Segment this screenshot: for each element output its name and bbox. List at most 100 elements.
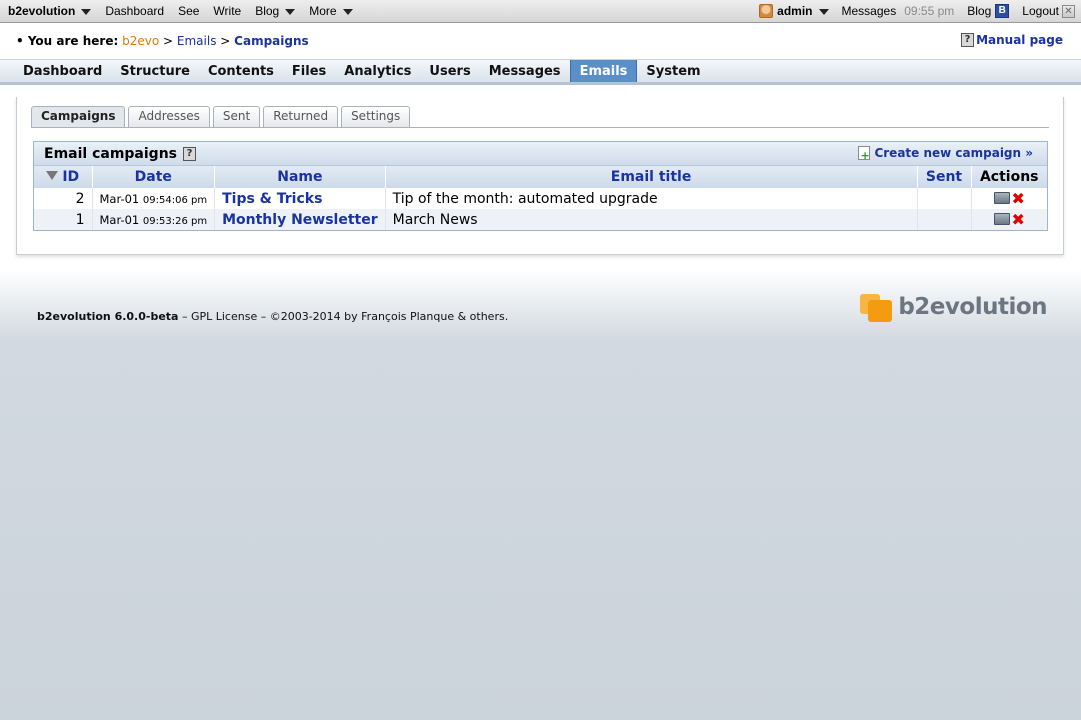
main-menu: Dashboard Structure Contents Files Analy… <box>0 59 1081 85</box>
help-icon: ? <box>961 33 975 47</box>
evobar-brand-menu[interactable]: b2evolution <box>8 4 92 18</box>
footer: b2evolution 6.0.0-beta – GPL License – ©… <box>37 310 508 323</box>
chevron-down-icon <box>818 9 829 15</box>
breadcrumb-current: Campaigns <box>234 34 309 48</box>
row-email-title: Tip of the month: automated upgrade <box>385 188 918 209</box>
help-icon[interactable]: ? <box>183 147 196 161</box>
table-header-row: ID Date Name Email title Sent Actions <box>34 166 1047 188</box>
col-id-header[interactable]: ID <box>34 166 93 188</box>
col-actions-header: Actions <box>971 166 1047 188</box>
breadcrumb-separator: > <box>220 34 231 48</box>
logo-text: b2evolution <box>898 294 1047 320</box>
breadcrumb-bar: • You are here: b2evo > Emails > Campaig… <box>0 23 1081 59</box>
manual-page-label: Manual page <box>976 33 1063 47</box>
row-id: 1 <box>34 209 93 230</box>
evobar-left: b2evolution Dashboard See Write Blog Mor… <box>8 0 367 22</box>
evobar-more-label: More <box>309 4 337 18</box>
evobar-dashboard-link[interactable]: Dashboard <box>105 4 164 18</box>
evobar-blog-menu[interactable]: Blog <box>255 4 296 18</box>
create-campaign-link[interactable]: Create new campaign » <box>858 146 1033 162</box>
campaigns-grid: ID Date Name Email title Sent Actions 2 … <box>34 166 1047 230</box>
row-date-day: Mar-01 <box>99 191 140 206</box>
evobar-user-menu[interactable]: admin <box>759 4 829 18</box>
footer-version: b2evolution 6.0.0-beta <box>37 310 179 323</box>
logout-icon: ✕ <box>1062 4 1075 18</box>
row-date-time: 09:54:06 pm <box>142 194 208 206</box>
col-name-header[interactable]: Name <box>214 166 386 188</box>
evobar-see-link[interactable]: See <box>178 4 199 18</box>
evobar-blog-link[interactable]: Blog B <box>967 4 1010 18</box>
chevron-down-icon <box>81 9 92 15</box>
col-email-title-header[interactable]: Email title <box>385 166 918 188</box>
blog-icon: B <box>995 4 1010 18</box>
col-date-header[interactable]: Date <box>92 166 216 188</box>
table-title: Email campaigns ? <box>44 146 198 162</box>
menu-users[interactable]: Users <box>420 60 479 82</box>
breadcrumb-emails-link[interactable]: Emails <box>177 34 217 48</box>
row-sent <box>917 188 972 209</box>
chevron-down-icon <box>342 9 353 15</box>
evobar-blog-link-label: Blog <box>967 4 992 18</box>
breadcrumb-home-link[interactable]: b2evo <box>122 34 159 48</box>
menu-emails[interactable]: Emails <box>569 60 638 82</box>
row-email-title: March News <box>385 209 918 230</box>
new-document-icon <box>858 146 871 162</box>
breadcrumb-separator: > <box>163 34 174 48</box>
logo-square-front <box>868 300 893 322</box>
evobar-write-link[interactable]: Write <box>213 4 241 18</box>
menu-system[interactable]: System <box>637 60 709 82</box>
table-row: 2 Mar-01 09:54:06 pm Tips & Tricks Tip o… <box>34 188 1047 209</box>
edit-icon[interactable] <box>993 191 1010 204</box>
row-name-link[interactable]: Monthly Newsletter <box>214 209 386 230</box>
table-title-text: Email campaigns <box>44 146 177 162</box>
menu-dashboard[interactable]: Dashboard <box>14 60 111 82</box>
user-avatar-icon <box>759 4 774 18</box>
row-date-time: 09:53:26 pm <box>142 215 208 227</box>
tab-divider <box>31 127 1049 128</box>
menu-contents[interactable]: Contents <box>199 60 283 82</box>
menu-analytics[interactable]: Analytics <box>335 60 420 82</box>
footer-license: – GPL License – ©2003-2014 by François P… <box>178 310 509 323</box>
evobar-user-label: admin <box>777 4 813 18</box>
tab-campaigns[interactable]: Campaigns <box>31 106 126 128</box>
menu-messages[interactable]: Messages <box>480 60 570 82</box>
tab-sent[interactable]: Sent <box>212 106 261 127</box>
table-titlebar: Email campaigns ? Create new campaign » <box>34 142 1047 166</box>
breadcrumb: • You are here: b2evo > Emails > Campaig… <box>16 34 309 48</box>
evobar-messages-link[interactable]: Messages <box>842 4 897 18</box>
row-date: Mar-01 09:54:06 pm <box>92 188 216 209</box>
row-date: Mar-01 09:53:26 pm <box>92 209 216 230</box>
row-actions: ✖ <box>971 188 1047 209</box>
row-date-day: Mar-01 <box>99 212 140 227</box>
sub-tabs: Campaigns Addresses Sent Returned Settin… <box>31 106 413 128</box>
col-sent-header[interactable]: Sent <box>917 166 972 188</box>
sort-desc-icon <box>46 171 59 180</box>
b2evolution-logo[interactable]: b2evolution <box>860 292 1047 322</box>
row-name-link[interactable]: Tips & Tricks <box>214 188 386 209</box>
menu-structure[interactable]: Structure <box>111 60 199 82</box>
manual-page-link[interactable]: ? Manual page <box>961 33 1063 47</box>
tab-returned[interactable]: Returned <box>263 106 339 127</box>
evobar: b2evolution Dashboard See Write Blog Mor… <box>0 0 1081 23</box>
campaigns-table: Email campaigns ? Create new campaign » … <box>33 141 1048 231</box>
delete-icon[interactable]: ✖ <box>1012 211 1025 227</box>
breadcrumb-label: • You are here: <box>16 34 119 48</box>
content-panel: Campaigns Addresses Sent Returned Settin… <box>16 97 1064 255</box>
evobar-blog-label: Blog <box>255 4 280 18</box>
logo-mark-icon <box>860 292 894 322</box>
edit-icon[interactable] <box>993 212 1010 225</box>
chevron-down-icon <box>285 9 296 15</box>
create-campaign-label: Create new campaign » <box>874 146 1033 160</box>
evobar-time: 09:55 pm <box>904 4 955 18</box>
row-actions: ✖ <box>971 209 1047 230</box>
evobar-logout-link[interactable]: Logout ✕ <box>1022 4 1075 18</box>
col-id-label: ID <box>62 169 80 185</box>
delete-icon[interactable]: ✖ <box>1012 190 1025 206</box>
tab-addresses[interactable]: Addresses <box>128 106 210 127</box>
evobar-logout-label: Logout <box>1022 4 1059 18</box>
row-sent <box>917 209 972 230</box>
tab-settings[interactable]: Settings <box>341 106 411 127</box>
row-id: 2 <box>34 188 93 209</box>
evobar-more-menu[interactable]: More <box>309 4 353 18</box>
menu-files[interactable]: Files <box>283 60 335 82</box>
